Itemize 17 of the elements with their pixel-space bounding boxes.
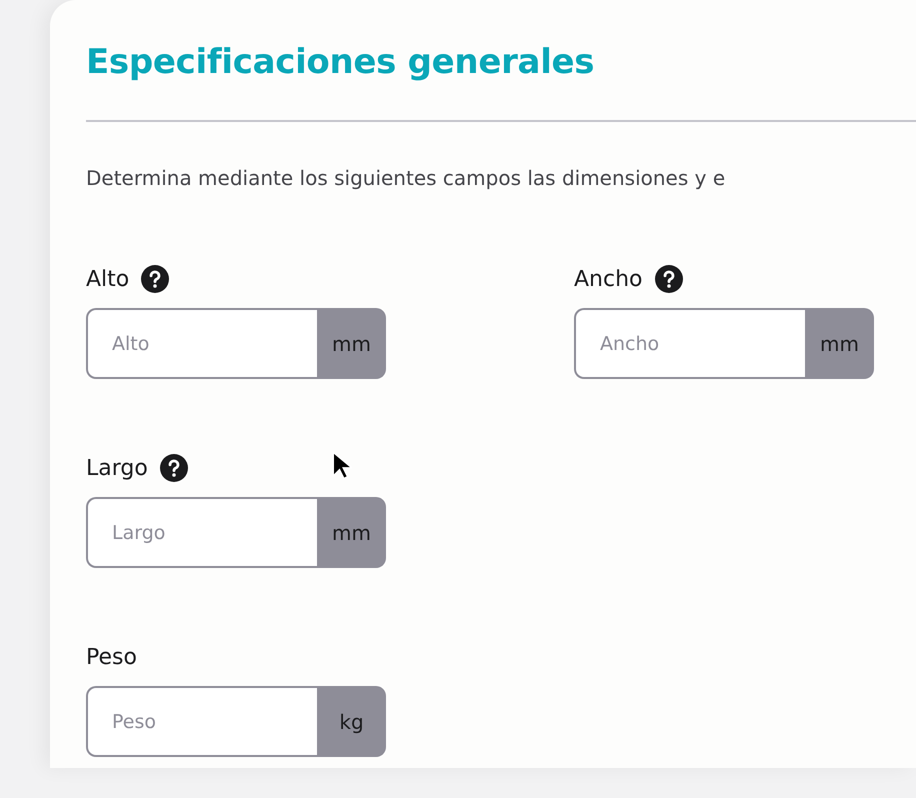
help-icon[interactable] <box>654 265 682 293</box>
unit-addon: mm <box>317 497 386 568</box>
input-field[interactable]: Largo <box>86 497 317 568</box>
input-field[interactable]: Alto <box>86 308 317 379</box>
unit-addon: mm <box>317 308 386 379</box>
help-icon[interactable] <box>160 454 188 482</box>
description-text: Determina mediante los siguientes campos las dimensiones y e <box>86 165 726 192</box>
field-label: Ancho <box>574 266 642 292</box>
field-label: Peso <box>86 644 137 670</box>
section-title: Especificaciones generales <box>86 41 596 84</box>
help-icon[interactable] <box>141 265 170 293</box>
field-label: Alto <box>86 266 130 292</box>
unit-addon: mm <box>805 308 874 379</box>
unit-addon: kg <box>317 686 386 757</box>
field-label: Largo <box>86 456 148 480</box>
input-field[interactable]: Ancho <box>574 308 805 379</box>
input-field[interactable]: Peso <box>86 686 317 757</box>
